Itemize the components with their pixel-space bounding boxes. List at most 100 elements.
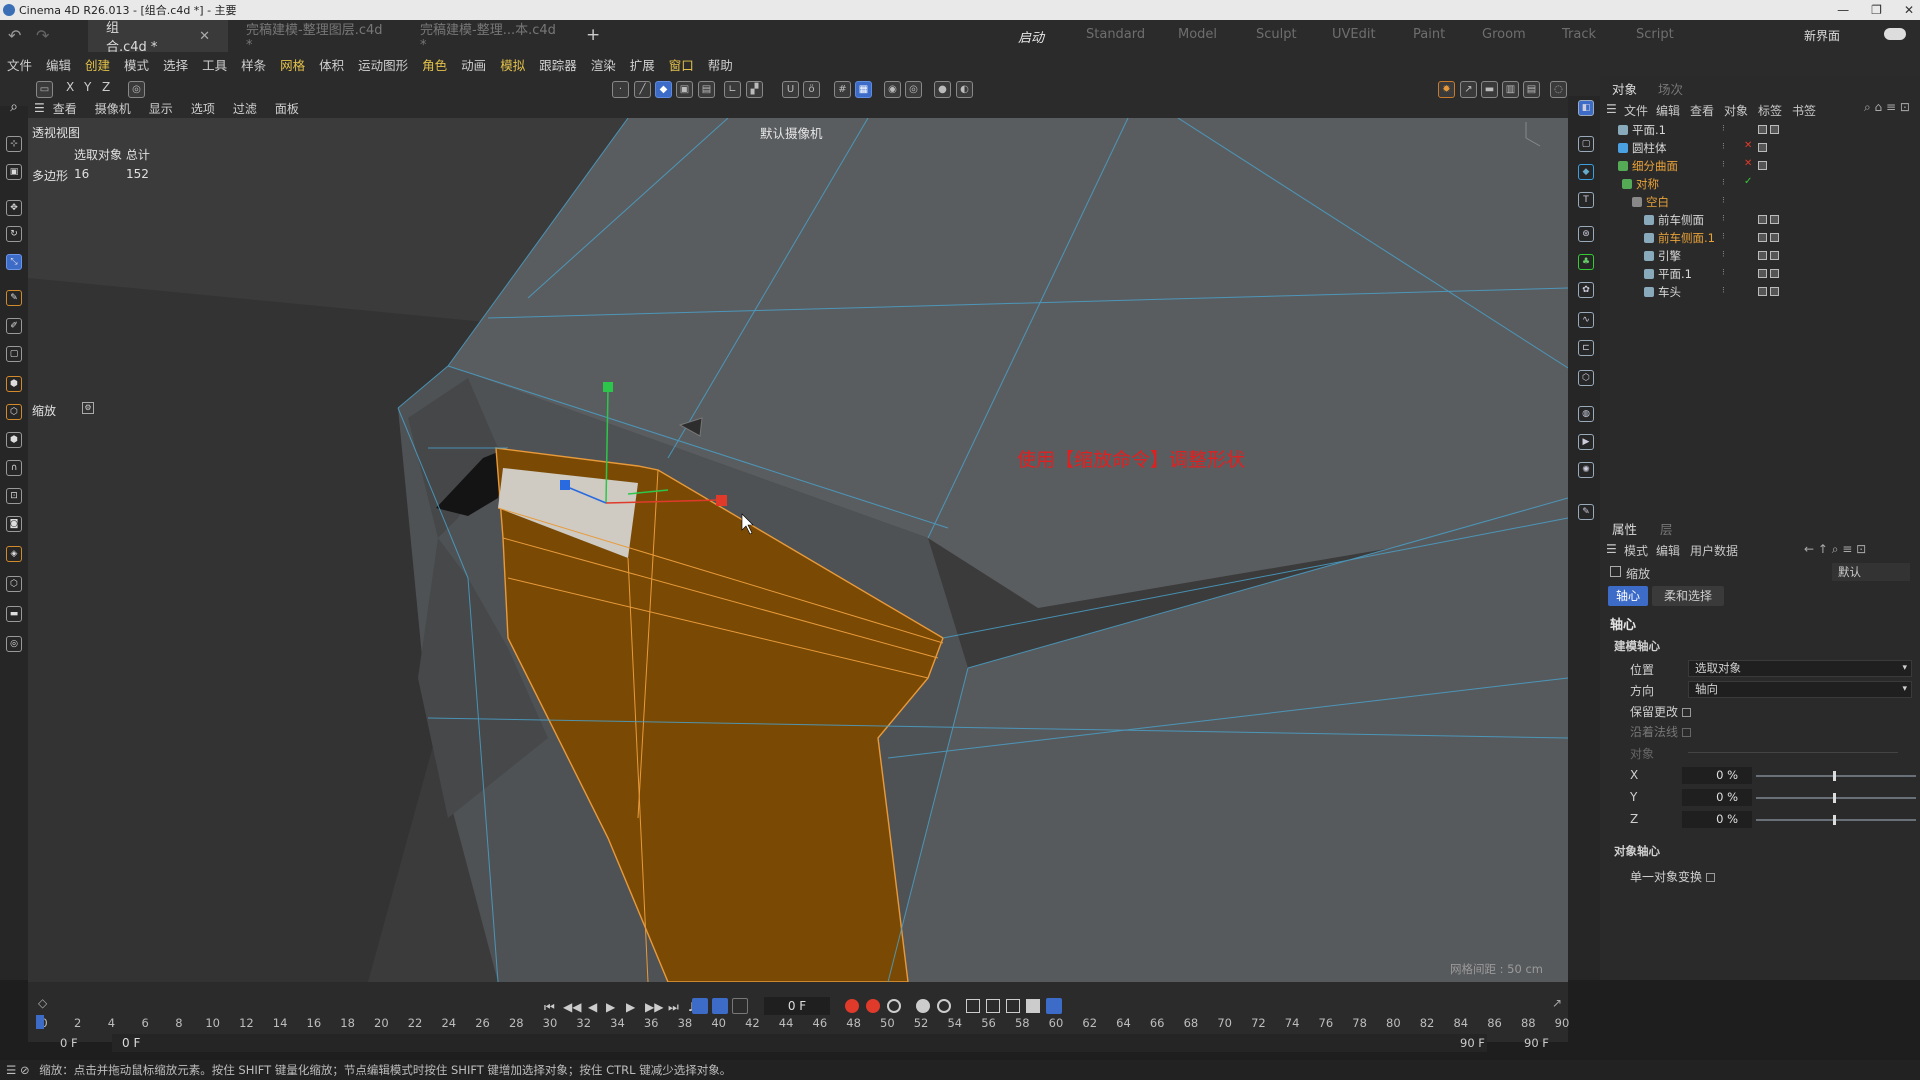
scale-key-icon[interactable] (966, 999, 980, 1013)
layout-tab-script[interactable]: Script (1636, 27, 1674, 42)
camera-tool-icon[interactable]: ◙ (6, 516, 22, 532)
model-mode-icon[interactable]: ▭ (36, 81, 53, 98)
menu-extensions[interactable]: 扩展 (630, 55, 655, 74)
render-picture-icon[interactable]: ▬ (1481, 81, 1498, 98)
layout-tab-track[interactable]: Track (1562, 27, 1596, 42)
tool-settings-icon[interactable]: ⚙ (82, 402, 94, 414)
position-key-icon[interactable] (916, 999, 930, 1013)
group-object-axis[interactable]: 对象轴心 (1614, 843, 1660, 859)
menu-animate[interactable]: 动画 (461, 55, 486, 74)
back-arrow-icon[interactable]: ← ↑ ⌕ ≡ ⊡ (1804, 542, 1866, 557)
tag-icon[interactable] (1770, 269, 1779, 278)
tag-icon[interactable] (1758, 215, 1767, 224)
edges-mode-icon[interactable]: ╱ (634, 81, 651, 98)
layout-tab-startup[interactable]: 启动 (1018, 27, 1044, 46)
tag-icon[interactable] (1770, 287, 1779, 296)
viewport-menu-options[interactable]: 选项 (191, 100, 215, 117)
tag-icon[interactable] (1758, 233, 1767, 242)
preview-range-icon[interactable] (732, 998, 748, 1014)
live-select-icon[interactable]: ▣ (6, 164, 22, 180)
layout-tab-paint[interactable]: Paint (1413, 27, 1445, 42)
menu-tracker[interactable]: 跟踪器 (539, 55, 577, 74)
x-axis-toggle[interactable]: X (66, 80, 74, 94)
pencil-icon[interactable]: ✎ (1578, 504, 1594, 520)
timeline-expand-icon[interactable]: ↗ (1552, 996, 1562, 1010)
material-icon[interactable]: ◈ (6, 546, 22, 562)
menu-mode[interactable]: 模式 (124, 55, 149, 74)
menu-create[interactable]: 创建 (85, 55, 110, 74)
visibility-dots[interactable]: ⁝ (1722, 214, 1725, 224)
z-slider-knob[interactable] (1833, 815, 1836, 825)
attr-menu-edit[interactable]: 编辑 (1656, 542, 1680, 559)
range-bar[interactable]: 0 F (112, 1034, 1487, 1052)
nurbs-icon[interactable]: ⊏ (1578, 340, 1594, 356)
doc-tab-2[interactable]: 完稿建模-整理图层.c4d * (228, 20, 402, 53)
subtab-soft-selection[interactable]: 柔和选择 (1652, 586, 1724, 606)
environment-icon[interactable]: ◍ (1578, 406, 1594, 422)
magnet-icon[interactable]: U (782, 81, 799, 98)
render-team-icon[interactable]: ▤ (1523, 81, 1540, 98)
objmgr-menu-view[interactable]: 查看 (1690, 102, 1714, 119)
floor-icon[interactable]: ▬ (6, 606, 22, 622)
deform-icon[interactable]: ⬡ (1578, 370, 1594, 386)
range-icon[interactable] (712, 998, 728, 1014)
viewport-menu-view[interactable]: 查看 (53, 100, 77, 117)
viewport-menu-filter[interactable]: 过滤 (233, 100, 257, 117)
tag-icon[interactable] (1770, 233, 1779, 242)
uv-mode-icon[interactable]: ▣ (676, 81, 693, 98)
new-layout-button[interactable]: 新界面 (1804, 27, 1840, 44)
objmgr-menu-object[interactable]: 对象 (1724, 102, 1748, 119)
menu-mesh[interactable]: 网格 (280, 55, 305, 74)
tag-icon[interactable] (1758, 287, 1767, 296)
viewport-menu-cameras[interactable]: 摄像机 (95, 100, 131, 117)
bend-icon[interactable]: ∩ (6, 460, 22, 476)
next-key-icon[interactable]: ▶▶ (645, 1000, 663, 1014)
visibility-dots[interactable]: ⁝ (1722, 286, 1725, 296)
gizmo-z-handle[interactable] (560, 480, 570, 490)
visibility-dots[interactable]: ⁝ (1722, 268, 1725, 278)
object-row[interactable]: 空白 (1600, 193, 1920, 211)
x-value-field[interactable]: 0 % (1682, 767, 1752, 784)
disabled-x-icon[interactable]: ✕ (1744, 140, 1752, 151)
go-to-start-icon[interactable]: ⏮ (544, 1000, 555, 1015)
single-object-checkbox[interactable] (1706, 873, 1716, 882)
snap-icon[interactable]: # (834, 81, 851, 98)
next-frame-icon[interactable]: ▶ (626, 1000, 635, 1014)
start-frame[interactable]: 0 F (60, 1036, 78, 1050)
keyframe-diamond-icon[interactable]: ◇ (38, 996, 47, 1010)
interpolation-icon[interactable] (1046, 998, 1062, 1014)
visibility-dots[interactable]: ⁝ (1722, 124, 1725, 134)
tweak-mode-icon[interactable]: ▞ (746, 81, 763, 98)
tag-icon[interactable] (1770, 251, 1779, 260)
tag-icon[interactable] (1770, 125, 1779, 134)
menu-select[interactable]: 选择 (163, 55, 188, 74)
objmgr-menu-bookmarks[interactable]: 书签 (1792, 102, 1816, 119)
grid-snap-icon[interactable]: ▦ (855, 81, 872, 98)
object-link-field[interactable] (1688, 752, 1898, 753)
generator-icon[interactable]: ⬡ (6, 404, 22, 420)
objmgr-menu-tags[interactable]: 标签 (1758, 102, 1782, 119)
record-icon[interactable] (845, 999, 859, 1013)
close-tab-icon[interactable]: ✕ (199, 29, 210, 44)
menu-render[interactable]: 渲染 (591, 55, 616, 74)
menu-file[interactable]: 文件 (7, 55, 32, 74)
render-queue-icon[interactable]: ▥ (1502, 81, 1519, 98)
visibility-dots[interactable]: ⁝ (1722, 160, 1725, 170)
workplane-icon[interactable]: ◉ (884, 81, 901, 98)
param-key-icon[interactable] (986, 999, 1000, 1013)
gizmo-x-handle[interactable] (716, 495, 727, 506)
select-tool-icon[interactable]: ⊹ (6, 136, 22, 152)
menu-help[interactable]: 帮助 (708, 55, 733, 74)
range-end[interactable]: 90 F (1460, 1036, 1485, 1050)
attr-menu-mode[interactable]: 模式 (1624, 542, 1648, 559)
render-view-icon[interactable]: ↗ (1460, 81, 1477, 98)
world-coord-icon[interactable]: ◎ (128, 81, 145, 98)
redo-icon[interactable]: ↷ (36, 26, 49, 45)
mograph-icon[interactable]: ⊛ (1578, 226, 1594, 242)
tab-attributes[interactable]: 属性 (1612, 519, 1637, 538)
cube-object-icon[interactable]: ◆ (1578, 164, 1594, 180)
menu-simulate[interactable]: 模拟 (500, 55, 525, 74)
object-row[interactable]: 对称 (1600, 175, 1920, 193)
keyframe-selection-icon[interactable] (887, 999, 901, 1013)
pla-key-icon[interactable] (1006, 999, 1020, 1013)
